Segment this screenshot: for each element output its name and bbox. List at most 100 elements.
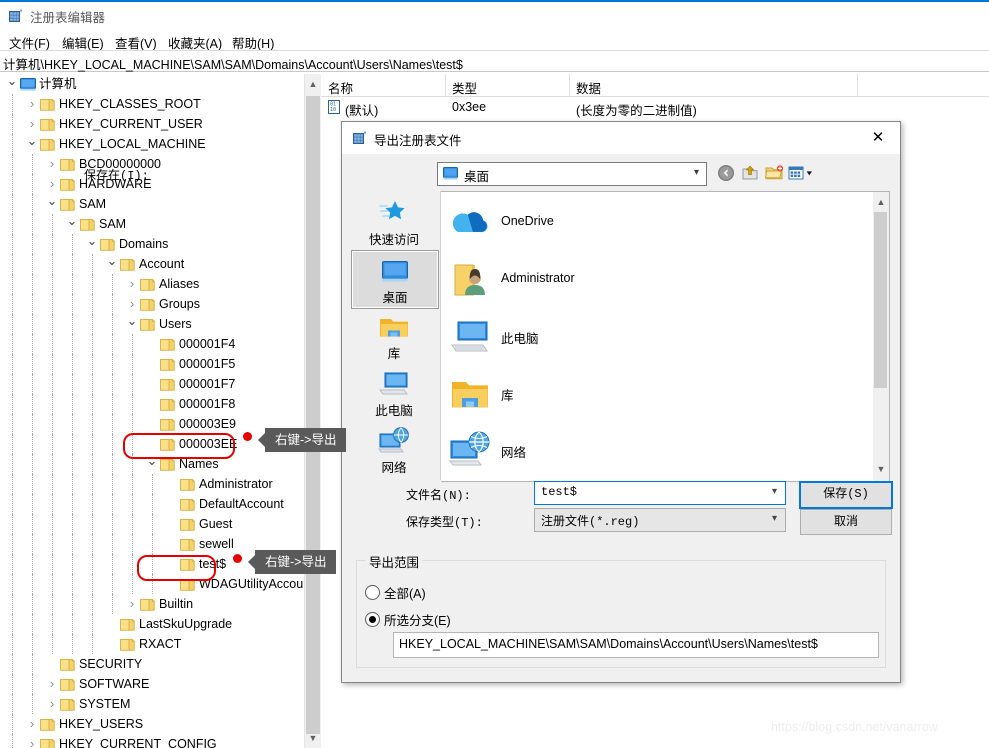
list-item[interactable]: 此电脑 <box>441 308 871 365</box>
chevron-down-icon[interactable]: ⌄ <box>66 214 78 234</box>
radio-export-branch-label[interactable]: 所选分支(E) <box>384 610 451 629</box>
tree-item-bcd00000000[interactable]: › BCD00000000 <box>0 154 304 174</box>
tree-item-hkey-current-config[interactable]: › HKEY_CURRENT_CONFIG <box>0 734 304 748</box>
chevron-right-icon[interactable]: › <box>26 114 38 134</box>
place-network[interactable]: 网络 <box>351 421 437 478</box>
column-header-type[interactable]: 类型 <box>452 78 477 97</box>
address-bar[interactable]: 计算机\HKEY_LOCAL_MACHINE\SAM\SAM\Domains\A… <box>0 51 989 72</box>
tree-item-domains[interactable]: ⌄ Domains <box>0 234 304 254</box>
tree-item-000003e9[interactable]: 000003E9 <box>0 414 304 434</box>
up-one-level-icon[interactable] <box>740 163 760 183</box>
chevron-right-icon[interactable]: › <box>126 274 138 294</box>
file-name-value: test$ <box>541 485 578 499</box>
tree-item--[interactable]: ⌄ 计算机 <box>0 74 304 94</box>
chevron-down-icon[interactable]: ⌄ <box>86 234 98 254</box>
column-divider[interactable] <box>569 74 570 96</box>
place-library[interactable]: 库 <box>351 307 437 364</box>
list-item[interactable]: 库 <box>441 365 871 422</box>
folder-icon <box>120 637 136 651</box>
registry-tree[interactable]: ⌄ 计算机 › HKEY_CLASSES_ROOT › HKEY_CURRENT_USER… <box>0 74 304 748</box>
tree-guide-line <box>132 574 133 594</box>
tree-item-lastskuupgrade[interactable]: LastSkuUpgrade <box>0 614 304 634</box>
tree-item-000001f5[interactable]: 000001F5 <box>0 354 304 374</box>
chevron-down-icon[interactable]: ⌄ <box>6 74 18 94</box>
tree-guide-line <box>112 514 113 534</box>
radio-export-branch[interactable] <box>365 612 380 627</box>
tree-item-builtin[interactable]: › Builtin <box>0 594 304 614</box>
close-icon[interactable]: ✕ <box>856 122 900 153</box>
file-type-combobox[interactable]: 注册文件(*.reg) ▾ <box>534 508 786 532</box>
tree-item-hardware[interactable]: › HARDWARE <box>0 174 304 194</box>
list-item[interactable]: Administrator <box>441 251 871 308</box>
column-divider[interactable] <box>445 74 446 96</box>
table-row[interactable]: 01 10 (默认) 0x3ee (长度为零的二进制值) <box>321 96 989 118</box>
list-item[interactable]: OneDrive <box>441 194 871 251</box>
radio-export-all[interactable] <box>365 585 380 600</box>
list-item[interactable]: 网络 <box>441 422 871 479</box>
column-header-name[interactable]: 名称 <box>328 78 353 97</box>
tree-item-hkey-current-user[interactable]: › HKEY_CURRENT_USER <box>0 114 304 134</box>
tree-item-sam[interactable]: ⌄ SAM <box>0 214 304 234</box>
tree-item-hkey-users[interactable]: › HKEY_USERS <box>0 714 304 734</box>
tree-item-groups[interactable]: › Groups <box>0 294 304 314</box>
tree-item-000001f8[interactable]: 000001F8 <box>0 394 304 414</box>
file-list-scrollbar-thumb[interactable] <box>874 212 887 388</box>
list-scroll-up-icon[interactable]: ▲ <box>873 192 889 212</box>
chevron-down-icon[interactable]: ⌄ <box>46 194 58 214</box>
chevron-down-icon[interactable]: ▾ <box>772 486 777 497</box>
list-scroll-down-icon[interactable]: ▼ <box>873 459 889 479</box>
chevron-right-icon[interactable]: › <box>126 294 138 314</box>
chevron-right-icon[interactable]: › <box>46 674 58 694</box>
tree-item-000001f7[interactable]: 000001F7 <box>0 374 304 394</box>
tree-scrollbar-thumb[interactable] <box>306 96 320 734</box>
branch-path-input[interactable]: HKEY_LOCAL_MACHINE\SAM\SAM\Domains\Accou… <box>393 632 879 658</box>
place-desktop[interactable]: 桌面 <box>351 250 439 309</box>
file-name-input[interactable]: test$ ▾ <box>534 481 786 505</box>
chevron-right-icon[interactable]: › <box>26 714 38 734</box>
tree-item-administrator[interactable]: Administrator <box>0 474 304 494</box>
file-list-scrollbar[interactable]: ▲ ▼ <box>873 191 890 482</box>
tree-scroll-down-icon[interactable]: ▼ <box>305 728 321 748</box>
tree-guide-line <box>72 294 73 314</box>
chevron-down-icon[interactable]: ▾ <box>694 167 699 178</box>
cancel-button[interactable]: 取消 <box>800 509 892 535</box>
save-in-combobox[interactable]: 桌面 ▾ <box>437 162 707 186</box>
tree-item-users[interactable]: ⌄ Users <box>0 314 304 334</box>
tree-scrollbar[interactable]: ▲ ▼ <box>304 74 321 748</box>
tree-item-security[interactable]: SECURITY <box>0 654 304 674</box>
file-list[interactable]: OneDrive Administrator 此电脑库网络 <box>441 191 874 482</box>
tree-item-defaultaccount[interactable]: DefaultAccount <box>0 494 304 514</box>
place-this-pc[interactable]: 此电脑 <box>351 364 437 421</box>
chevron-down-icon[interactable]: ⌄ <box>106 254 118 274</box>
back-icon[interactable] <box>716 163 736 183</box>
tree-item-000001f4[interactable]: 000001F4 <box>0 334 304 354</box>
tree-item-hkey-classes-root[interactable]: › HKEY_CLASSES_ROOT <box>0 94 304 114</box>
folder-icon <box>160 397 176 411</box>
tree-scroll-up-icon[interactable]: ▲ <box>305 74 321 94</box>
place-label: 快速访问 <box>368 233 419 247</box>
tree-item-system[interactable]: › SYSTEM <box>0 694 304 714</box>
tree-item-hkey-local-machine[interactable]: ⌄ HKEY_LOCAL_MACHINE <box>0 134 304 154</box>
chevron-right-icon[interactable]: › <box>26 734 38 748</box>
tree-item-software[interactable]: › SOFTWARE <box>0 674 304 694</box>
chevron-right-icon[interactable]: › <box>46 174 58 194</box>
new-folder-icon[interactable] <box>764 163 784 183</box>
chevron-right-icon[interactable]: › <box>126 594 138 614</box>
tree-item-sam[interactable]: ⌄ SAM <box>0 194 304 214</box>
chevron-right-icon[interactable]: › <box>26 94 38 114</box>
place-quick-access[interactable]: 快速访问 <box>351 193 437 250</box>
views-icon[interactable] <box>788 163 812 183</box>
chevron-down-icon[interactable]: ⌄ <box>126 314 138 334</box>
tree-item-account[interactable]: ⌄ Account <box>0 254 304 274</box>
column-header-data[interactable]: 数据 <box>576 78 601 97</box>
column-divider[interactable] <box>857 74 858 96</box>
save-button[interactable]: 保存(S) <box>799 481 893 509</box>
radio-export-all-label[interactable]: 全部(A) <box>384 583 426 602</box>
chevron-down-icon[interactable]: ▾ <box>772 513 777 524</box>
tree-item-guest[interactable]: Guest <box>0 514 304 534</box>
chevron-down-icon[interactable]: ⌄ <box>26 134 38 154</box>
tree-item-aliases[interactable]: › Aliases <box>0 274 304 294</box>
tree-item-rxact[interactable]: RXACT <box>0 634 304 654</box>
chevron-right-icon[interactable]: › <box>46 694 58 714</box>
chevron-right-icon[interactable]: › <box>46 154 58 174</box>
